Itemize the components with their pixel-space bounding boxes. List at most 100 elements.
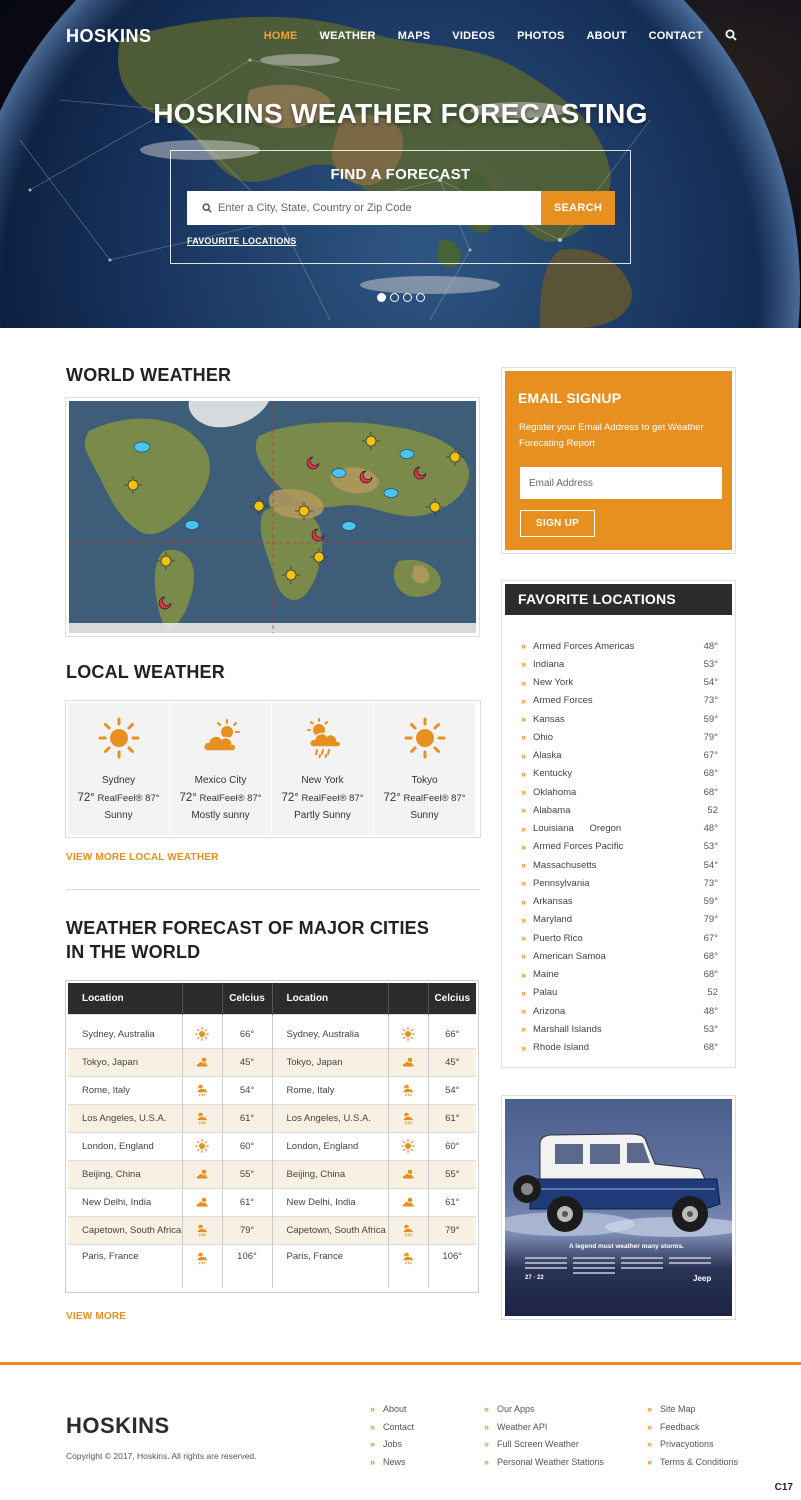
- favorite-locations-panel: FAVORITE LOCATIONS » Armed Forces America…: [501, 580, 736, 1068]
- list-item[interactable]: » Ohio 79°: [521, 728, 718, 746]
- local-weather-card[interactable]: Sydney 72° RealFeel® 87° Sunny: [68, 703, 169, 835]
- table-cell-temp: 60°: [222, 1131, 273, 1160]
- footer-link-site-map[interactable]: » Site Map: [647, 1400, 738, 1418]
- nav-weather[interactable]: WEATHER: [320, 30, 376, 42]
- list-item[interactable]: » Maine 68°: [521, 966, 718, 984]
- chevron-right-icon: »: [521, 878, 527, 889]
- footer-link-jobs[interactable]: » Jobs: [370, 1435, 414, 1453]
- footer-link-contact[interactable]: » Contact: [370, 1418, 414, 1436]
- footer-logo[interactable]: HOSKINS: [66, 1413, 170, 1439]
- list-item[interactable]: » Armed Forces 73°: [521, 692, 718, 710]
- list-item[interactable]: » New York 54°: [521, 674, 718, 692]
- table-cell-temp: 61°: [428, 1103, 476, 1132]
- list-item[interactable]: » Indiana 53°: [521, 655, 718, 673]
- search-icon[interactable]: [725, 29, 737, 41]
- table-cell-temp: 106°: [428, 1243, 476, 1288]
- list-item[interactable]: » Kansas 59°: [521, 710, 718, 728]
- table-cell-temp: 66°: [222, 1013, 273, 1048]
- location-temp: 48°: [703, 640, 718, 652]
- slider-dot-1[interactable]: [377, 293, 386, 302]
- location-temp: 59°: [703, 713, 718, 725]
- location-search-input[interactable]: [218, 193, 528, 223]
- footer-divider: [0, 1362, 801, 1365]
- nav-videos[interactable]: VIDEOS: [452, 30, 495, 42]
- nav-about[interactable]: ABOUT: [587, 30, 627, 42]
- location-name: Louisiana Oregon: [533, 823, 622, 835]
- list-item[interactable]: » Arkansas 59°: [521, 893, 718, 911]
- location-temp: 48°: [703, 823, 718, 835]
- chevron-right-icon: »: [647, 1403, 653, 1414]
- table-cell-temp: 61°: [222, 1187, 273, 1216]
- list-item[interactable]: » Arizona 48°: [521, 1002, 718, 1020]
- chevron-right-icon: »: [521, 805, 527, 816]
- nav-maps[interactable]: MAPS: [398, 30, 431, 42]
- rain-sun-icon: [195, 1224, 209, 1237]
- location-temp: 68°: [703, 1042, 718, 1054]
- local-realfeel: RealFeel® 87°: [199, 793, 262, 804]
- table-row[interactable]: Sydney, Australia 66° Sydney, Australia 66°: [68, 1013, 476, 1048]
- footer-link-weather-api[interactable]: » Weather API: [484, 1418, 604, 1436]
- search-button[interactable]: SEARCH: [541, 191, 615, 225]
- list-item[interactable]: » Alabama 52: [521, 801, 718, 819]
- table-row[interactable]: Paris, France 106° Paris, France 106°: [68, 1243, 476, 1288]
- site-logo[interactable]: HOSKINS: [66, 26, 152, 47]
- list-item[interactable]: » Massachusetts 54°: [521, 856, 718, 874]
- table-row[interactable]: London, England 60° London, England 60°: [68, 1131, 476, 1160]
- nav-photos[interactable]: PHOTOS: [517, 30, 564, 42]
- list-item[interactable]: » Armed Forces Pacific 53°: [521, 838, 718, 856]
- slider-dot-3[interactable]: [403, 293, 412, 302]
- list-item[interactable]: » Palau 52: [521, 984, 718, 1002]
- footer-link-feedback[interactable]: » Feedback: [647, 1418, 738, 1436]
- location-name: Marshall Islands: [533, 1023, 602, 1035]
- local-weather-card[interactable]: Mexico City 72° RealFeel® 87° Mostly sun…: [170, 703, 271, 835]
- email-field[interactable]: [520, 467, 722, 499]
- footer-link-privacy-options[interactable]: » Privacyotions: [647, 1435, 738, 1453]
- list-item[interactable]: » Kentucky 68°: [521, 765, 718, 783]
- footer-link-our-apps[interactable]: » Our Apps: [484, 1400, 604, 1418]
- table-row[interactable]: Beijing, China 55° Beijing, China 55°: [68, 1159, 476, 1188]
- slider-dot-2[interactable]: [390, 293, 399, 302]
- list-item[interactable]: » American Samoa 68°: [521, 947, 718, 965]
- list-item[interactable]: » Alaska 67°: [521, 747, 718, 765]
- table-cell-location: Sydney, Australia: [68, 1013, 183, 1048]
- view-more-forecast-link[interactable]: VIEW MORE: [66, 1311, 126, 1322]
- list-item[interactable]: » Rhode Island 68°: [521, 1039, 718, 1057]
- footer-link-about[interactable]: » About: [370, 1400, 414, 1418]
- local-city: New York: [301, 775, 344, 786]
- footer-link-full-screen-weather[interactable]: » Full Screen Weather: [484, 1435, 604, 1453]
- table-row[interactable]: New Delhi, India 61° New Delhi, India 61°: [68, 1187, 476, 1216]
- local-weather-card[interactable]: New York 72° RealFeel® 87° Partly Sunny: [272, 703, 373, 835]
- footer-link-terms-conditions[interactable]: » Terms & Conditions: [647, 1453, 738, 1471]
- world-weather-map[interactable]: [65, 397, 480, 637]
- sign-up-button[interactable]: SIGN UP: [520, 510, 595, 537]
- view-more-local-weather-link[interactable]: VIEW MORE LOCAL WEATHER: [66, 852, 219, 863]
- footer-link-personal-weather-stations[interactable]: » Personal Weather Stations: [484, 1453, 604, 1471]
- rain-sun-icon: [401, 1112, 415, 1125]
- nav-contact[interactable]: CONTACT: [649, 30, 703, 42]
- table-header-row: Location Celcius Location Celcius: [68, 983, 476, 1014]
- local-weather-card[interactable]: Tokyo 72° RealFeel® 87° Sunny: [374, 703, 475, 835]
- nav-home[interactable]: HOME: [264, 30, 298, 42]
- jeep-advertisement[interactable]: A legend must weather many storms. 27 · …: [501, 1095, 736, 1320]
- list-item[interactable]: » Maryland 79°: [521, 911, 718, 929]
- location-name: Puerto Rico: [533, 932, 583, 944]
- chevron-right-icon: »: [370, 1439, 376, 1450]
- footer-links-col3: » Site Map » Feedback » Privacyotions » Term…: [647, 1400, 738, 1471]
- list-item[interactable]: » Marshall Islands 53°: [521, 1020, 718, 1038]
- table-row[interactable]: Rome, Italy 54° Rome, Italy 54°: [68, 1075, 476, 1104]
- list-item[interactable]: » Oklahoma 68°: [521, 783, 718, 801]
- list-item[interactable]: » Louisiana Oregon 48°: [521, 820, 718, 838]
- list-item[interactable]: » Armed Forces Americas 48°: [521, 637, 718, 655]
- footer-link-news[interactable]: » News: [370, 1453, 414, 1471]
- table-cell-temp: 61°: [428, 1187, 476, 1216]
- list-item[interactable]: » Pennsylvania 73°: [521, 874, 718, 892]
- table-row[interactable]: Tokyo, Japan 45° Tokyo, Japan 45°: [68, 1047, 476, 1076]
- table-row[interactable]: Capetown, South Africa 79° Capetown, South…: [68, 1215, 476, 1244]
- list-item[interactable]: » Puerto Rico 67°: [521, 929, 718, 947]
- table-row[interactable]: Los Angeles, U.S.A. 61° Los Angeles, U.S.A…: [68, 1103, 476, 1132]
- table-cell-location: London, England: [68, 1131, 183, 1160]
- favourite-locations-link[interactable]: FAVOURITE LOCATIONS: [187, 236, 296, 246]
- location-name: Rhode Island: [533, 1042, 589, 1054]
- slider-dot-4[interactable]: [416, 293, 425, 302]
- location-name: Arizona: [533, 1005, 566, 1017]
